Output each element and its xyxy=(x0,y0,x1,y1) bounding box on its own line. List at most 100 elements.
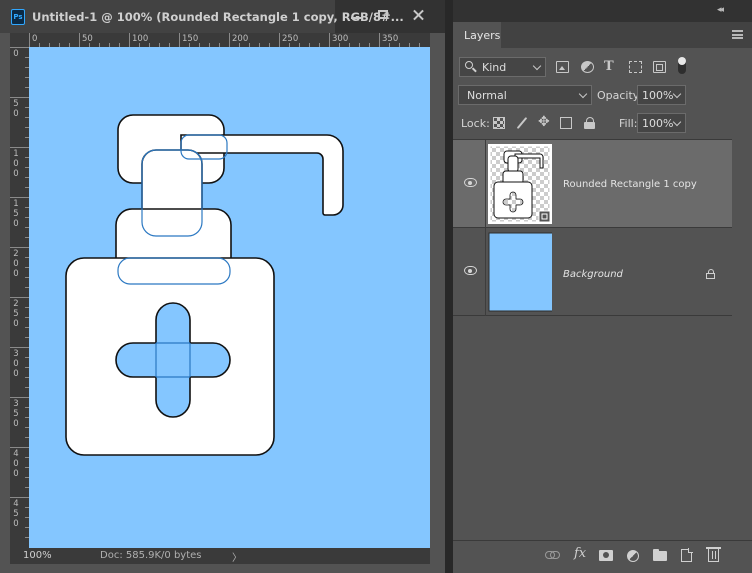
ruler-label: 100 xyxy=(132,34,149,44)
link-layers-icon[interactable] xyxy=(545,551,560,559)
fill-value: 100% xyxy=(642,117,674,130)
zoom-level[interactable]: 100% xyxy=(23,550,52,561)
chevron-down-icon xyxy=(532,61,542,71)
filter-kind-value: Kind xyxy=(482,61,507,74)
canvas[interactable] xyxy=(29,47,430,548)
ruler-tick xyxy=(79,33,80,47)
ruler-tick xyxy=(229,33,230,47)
layer-name[interactable]: Rounded Rectangle 1 copy xyxy=(563,179,697,190)
ruler-label: 200 xyxy=(232,34,249,44)
photoshop-icon: Ps xyxy=(11,9,25,25)
eye-icon[interactable] xyxy=(464,178,477,187)
lock-position-icon[interactable]: ✥ xyxy=(538,114,550,130)
add-mask-icon[interactable] xyxy=(599,550,613,561)
ruler-tick xyxy=(10,247,29,248)
chevron-down-icon xyxy=(672,89,682,99)
horizontal-ruler[interactable]: 0 50 100 150 200 250 300 350 xyxy=(29,33,430,47)
layer-row[interactable]: Rounded Rectangle 1 copy xyxy=(453,140,732,228)
ruler-tick xyxy=(10,397,29,398)
layer-name[interactable]: Background xyxy=(563,269,623,280)
ruler-label: 200 xyxy=(13,249,19,279)
ruler-tick xyxy=(179,33,180,47)
document-title: Untitled-1 @ 100% (Rounded Rectangle 1 c… xyxy=(32,10,404,24)
layers-panel: ◂◂ Layers Kind T Normal Opacity: 100% Lo… xyxy=(453,0,752,573)
adjustment-layer-icon[interactable] xyxy=(627,550,639,562)
ruler-label: 50 xyxy=(82,34,93,44)
document-size: Doc: 585.9K/0 bytes xyxy=(100,550,202,561)
blend-mode-dropdown[interactable]: Normal xyxy=(458,85,592,105)
search-icon xyxy=(465,61,473,69)
adjustment-filter-icon[interactable] xyxy=(581,61,594,73)
ruler-tick xyxy=(29,33,30,47)
vertical-ruler[interactable]: 0 50 100 150 200 250 300 350 400 450 xyxy=(10,47,29,548)
ruler-label: 0 xyxy=(13,49,19,59)
ruler-tick xyxy=(10,297,29,298)
blend-mode-value: Normal xyxy=(467,89,507,102)
lock-transparent-pixels-icon[interactable] xyxy=(493,117,505,129)
chevron-down-icon xyxy=(672,117,682,127)
maximize-icon[interactable] xyxy=(376,8,390,22)
ruler-tick xyxy=(279,33,280,47)
soap-dispenser-artwork xyxy=(65,114,344,456)
ruler-label: 300 xyxy=(13,349,19,379)
shape-filter-icon[interactable] xyxy=(629,61,642,73)
close-icon[interactable] xyxy=(411,8,425,22)
ruler-tick xyxy=(10,347,29,348)
lock-image-pixels-icon[interactable] xyxy=(516,117,528,129)
opacity-value: 100% xyxy=(642,89,674,102)
ruler-origin[interactable] xyxy=(10,33,29,47)
lock-label: Lock: xyxy=(461,117,490,130)
tab-layers-label: Layers xyxy=(464,29,501,42)
layer-row[interactable]: Background xyxy=(453,228,732,316)
status-menu-arrow-icon[interactable]: 〉 xyxy=(232,549,242,564)
collapse-panel-icon[interactable]: ◂◂ xyxy=(717,5,724,15)
layer-thumbnail[interactable] xyxy=(488,144,552,224)
fill-field[interactable]: 100% xyxy=(637,113,686,133)
ruler-label: 250 xyxy=(13,299,19,329)
lock-artboard-icon[interactable] xyxy=(560,117,572,129)
ruler-tick xyxy=(10,197,29,198)
document-titlebar: Ps Untitled-1 @ 100% (Rounded Rectangle … xyxy=(0,0,445,33)
lock-all-icon[interactable] xyxy=(584,117,596,129)
ruler-tick xyxy=(10,497,29,498)
ruler-label: 450 xyxy=(13,499,19,529)
image-filter-icon[interactable] xyxy=(556,61,569,73)
layers-list: Rounded Rectangle 1 copy Background xyxy=(453,139,732,540)
new-layer-icon[interactable] xyxy=(681,548,693,562)
opacity-label: Opacity: xyxy=(597,89,643,102)
ruler-label: 50 xyxy=(13,99,19,119)
smart-object-filter-icon[interactable] xyxy=(653,61,666,73)
trash-icon[interactable] xyxy=(706,547,721,562)
ruler-label: 350 xyxy=(13,399,19,429)
layers-scrollbar[interactable] xyxy=(732,139,752,540)
ruler-tick xyxy=(379,33,380,47)
ruler-label: 400 xyxy=(13,449,19,479)
ruler-tick xyxy=(10,97,29,98)
chevron-down-icon xyxy=(578,89,588,99)
type-filter-icon[interactable]: T xyxy=(604,59,618,74)
panel-menu-icon[interactable] xyxy=(732,30,743,39)
scroll-corner xyxy=(430,548,445,564)
document-window: Ps Untitled-1 @ 100% (Rounded Rectangle … xyxy=(0,0,445,573)
ruler-label: 100 xyxy=(13,149,19,179)
lock-icon[interactable] xyxy=(706,269,715,279)
filter-toggle[interactable] xyxy=(678,57,686,74)
layer-thumbnail[interactable] xyxy=(488,232,552,312)
panel-footer: fx xyxy=(453,540,752,573)
opacity-field[interactable]: 100% xyxy=(637,85,686,105)
status-bar: 100% Doc: 585.9K/0 bytes 〉 xyxy=(10,548,430,564)
minimize-icon[interactable] xyxy=(349,8,363,22)
filter-kind-dropdown[interactable]: Kind xyxy=(459,57,546,77)
ruler-tick xyxy=(10,147,29,148)
fx-icon[interactable]: fx xyxy=(574,546,588,561)
ruler-label: 250 xyxy=(282,34,299,44)
ruler-label: 350 xyxy=(382,34,399,44)
ruler-label: 300 xyxy=(332,34,349,44)
new-group-icon[interactable] xyxy=(653,549,667,561)
tab-layers[interactable]: Layers xyxy=(453,22,501,48)
ruler-label: 0 xyxy=(32,34,38,44)
eye-icon[interactable] xyxy=(464,266,477,275)
fill-label: Fill: xyxy=(619,117,638,130)
ruler-label: 150 xyxy=(13,199,19,229)
ruler-tick xyxy=(329,33,330,47)
